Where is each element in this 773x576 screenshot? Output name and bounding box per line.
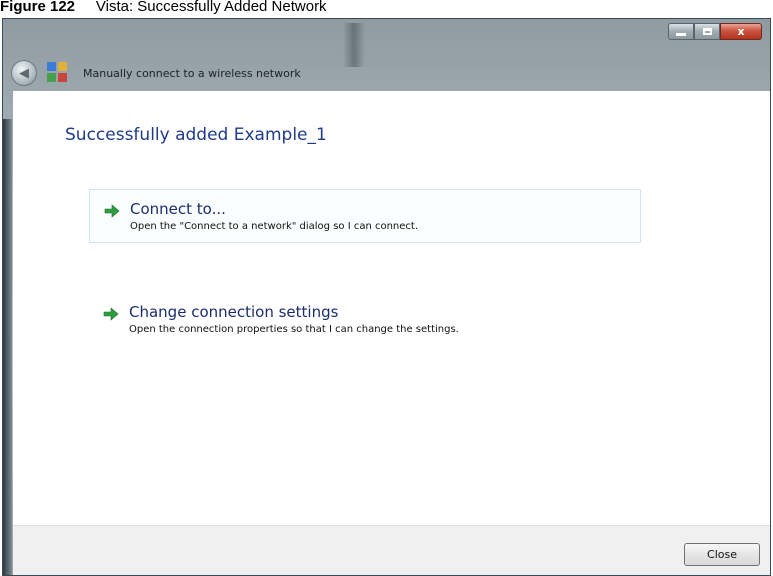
close-icon: x xyxy=(737,25,745,38)
option-title: Change connection settings xyxy=(129,303,339,321)
network-icon xyxy=(47,62,69,84)
figure-caption: Figure 122 Vista: Successfully Added Net… xyxy=(0,0,773,18)
option-description: Open the connection properties so that I… xyxy=(129,324,459,335)
maximize-button[interactable] xyxy=(694,23,720,40)
close-window-button[interactable]: x xyxy=(720,23,762,40)
close-button[interactable]: Close xyxy=(684,543,760,566)
minimize-icon xyxy=(676,33,686,36)
figure-caption-spacer xyxy=(79,0,92,15)
dialog-content: Successfully added Example_1 Connect to.… xyxy=(13,91,770,525)
figure-title: Vista: Successfully Added Network xyxy=(95,0,327,15)
option-title: Connect to... xyxy=(130,200,226,218)
change-connection-settings-option[interactable]: Change connection settings Open the conn… xyxy=(89,293,641,345)
green-arrow-icon xyxy=(104,204,120,218)
dialog-window: x ◀ Manually connect to a wireless netwo… xyxy=(2,18,771,576)
back-icon: ◀ xyxy=(19,65,29,81)
back-button[interactable]: ◀ xyxy=(11,60,37,86)
connect-to-option[interactable]: Connect to... Open the "Connect to a net… xyxy=(89,189,641,243)
figure-number: Figure 122 xyxy=(0,0,76,15)
option-description: Open the "Connect to a network" dialog s… xyxy=(130,221,419,232)
minimize-button[interactable] xyxy=(668,23,694,40)
window-left-frame xyxy=(3,119,12,575)
navigation-bar: ◀ Manually connect to a wireless network xyxy=(9,51,749,95)
window-title: Manually connect to a wireless network xyxy=(83,66,301,80)
titlebar-buttons: x xyxy=(668,23,762,41)
page-title: Successfully added Example_1 xyxy=(65,125,327,145)
green-arrow-icon xyxy=(103,307,119,321)
dialog-footer: Close xyxy=(13,525,770,575)
maximize-icon xyxy=(702,28,712,35)
